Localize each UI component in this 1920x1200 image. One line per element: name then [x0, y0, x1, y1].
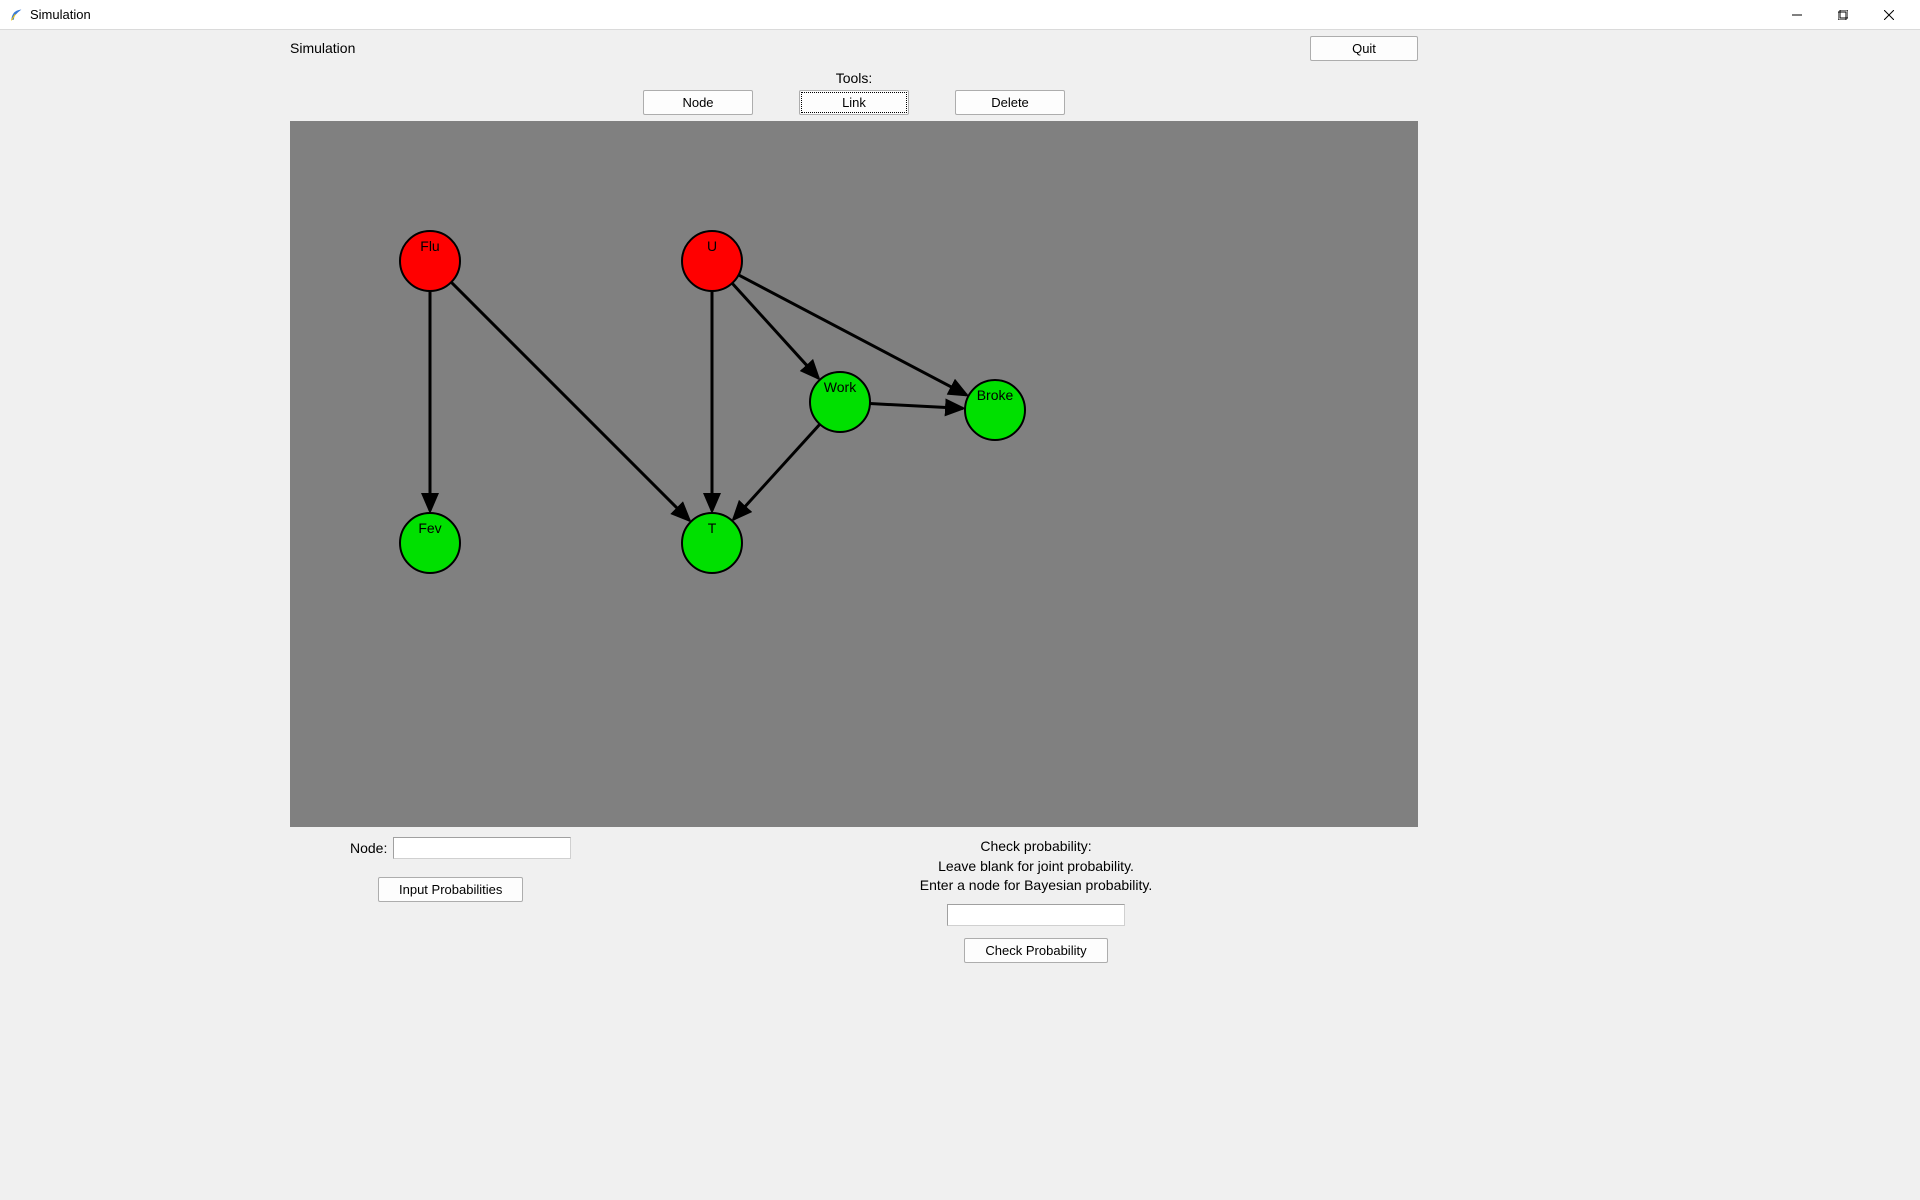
close-icon [1884, 10, 1894, 20]
check-prob-input[interactable] [947, 904, 1125, 926]
node-field-label: Node: [350, 840, 387, 856]
simulation-label: Simulation [290, 40, 355, 56]
node-flu[interactable]: Flu [400, 231, 460, 291]
graph-svg: Flu U Fev T Work Broke [290, 121, 1418, 827]
check-prob-line3: Enter a node for Bayesian probability. [856, 876, 1216, 896]
right-controls: Check probability: Leave blank for joint… [856, 837, 1216, 963]
titlebar: Simulation [0, 0, 1920, 30]
check-probability-button[interactable]: Check Probability [964, 938, 1107, 963]
node-t[interactable]: T [682, 513, 742, 573]
node-u[interactable]: U [682, 231, 742, 291]
node-label-work: Work [824, 379, 857, 395]
tool-delete-button[interactable]: Delete [955, 90, 1065, 115]
close-button[interactable] [1866, 0, 1912, 30]
node-input-row: Node: [350, 837, 650, 859]
edge-u-work [732, 283, 818, 378]
tool-buttons: Node Link Delete [290, 90, 1418, 115]
edge-work-broke [870, 404, 963, 409]
node-label-t: T [708, 520, 717, 536]
canvas-area[interactable]: Flu U Fev T Work Broke [290, 121, 1418, 827]
header-row: Simulation Quit [290, 40, 1418, 64]
check-prob-line1: Check probability: [856, 837, 1216, 857]
quit-button[interactable]: Quit [1310, 36, 1418, 61]
check-prob-line2: Leave blank for joint probability. [856, 857, 1216, 877]
node-label-u: U [707, 238, 717, 254]
node-fev[interactable]: Fev [400, 513, 460, 573]
node-broke[interactable]: Broke [965, 380, 1025, 440]
edge-flu-t [451, 282, 689, 520]
node-label-fev: Fev [418, 520, 441, 536]
node-input[interactable] [393, 837, 571, 859]
minimize-button[interactable] [1774, 0, 1820, 30]
tool-node-button[interactable]: Node [643, 90, 753, 115]
node-label-broke: Broke [977, 387, 1014, 403]
tool-link-button[interactable]: Link [799, 90, 909, 115]
edge-work-t [734, 424, 820, 519]
minimize-icon [1792, 10, 1802, 20]
tools-row: Tools: Node Link Delete [290, 70, 1418, 115]
app-body: Simulation Quit Tools: Node Link Delete … [0, 30, 1920, 1200]
left-controls: Node: Input Probabilities [350, 837, 650, 902]
tools-label: Tools: [290, 70, 1418, 86]
node-label-flu: Flu [420, 238, 439, 254]
content-area: Simulation Quit Tools: Node Link Delete … [290, 40, 1418, 963]
app-feather-icon [8, 7, 24, 23]
bottom-controls: Node: Input Probabilities Check probabil… [290, 837, 1418, 963]
node-work[interactable]: Work [810, 372, 870, 432]
window-title: Simulation [30, 7, 91, 22]
maximize-button[interactable] [1820, 0, 1866, 30]
maximize-icon [1838, 10, 1848, 20]
input-probabilities-button[interactable]: Input Probabilities [378, 877, 523, 902]
